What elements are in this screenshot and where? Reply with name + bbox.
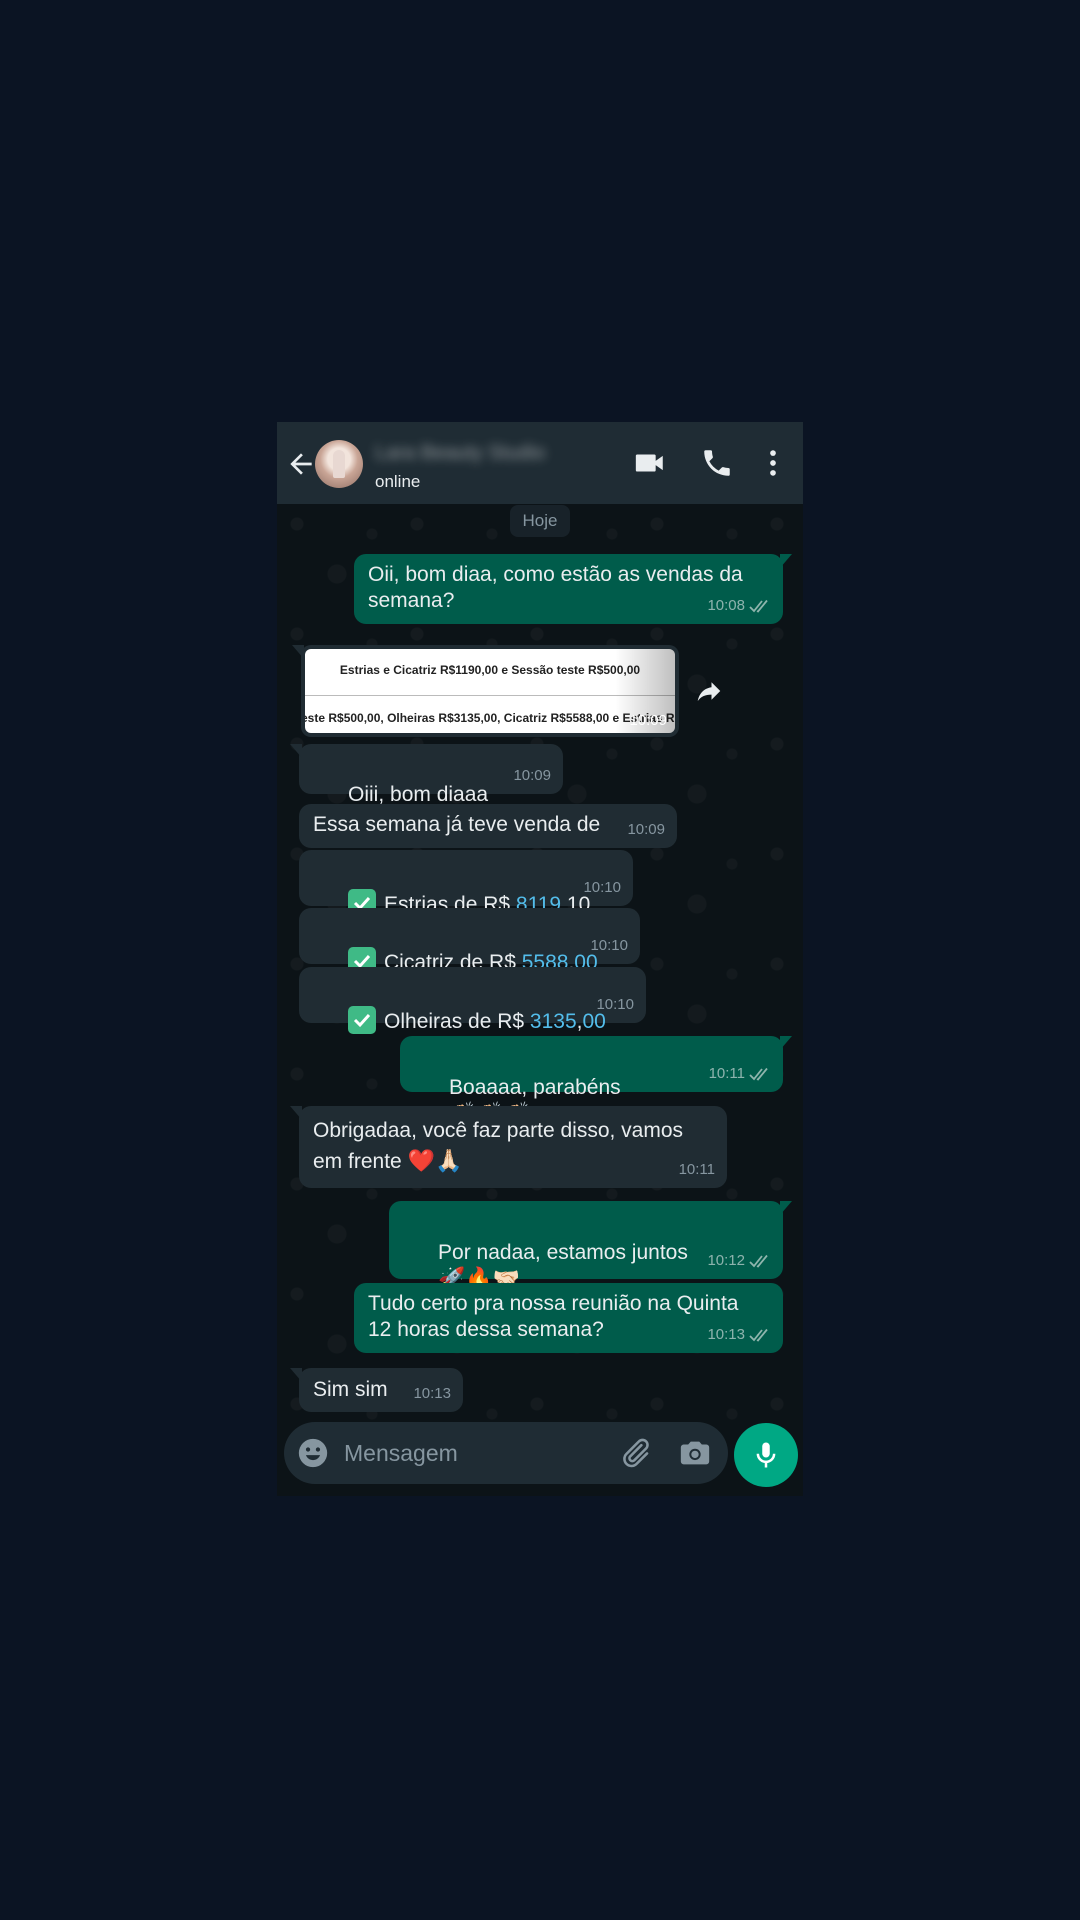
contact-status: online [375,472,421,491]
double-check-icon [749,1254,768,1268]
message-text: Tudo certo pra nossa reunião na Quinta 1… [368,1292,739,1341]
video-call-icon[interactable] [633,446,667,480]
message-time: 10:10 [583,879,621,896]
more-vert-icon[interactable] [756,446,790,480]
message-time: 10:10 [590,937,628,954]
message-text: Oiii, bom diaaa [348,783,489,806]
message-text: Oii, bom diaa, como estão as vendas da s… [368,563,743,612]
message-time: 10:09 [629,712,667,729]
message-meta: 10:08 [707,593,771,619]
message-meta: 10:10 [590,933,628,959]
message-time: 10:11 [708,1065,745,1082]
double-check-icon [749,1067,768,1081]
message-bubble-incoming[interactable]: Sim sim 10:13 [290,1368,463,1412]
message-text: Sim sim [313,1378,388,1401]
message-bubble-incoming[interactable]: Essa semana já teve venda de 10:09 [299,804,677,848]
phone-number-link[interactable]: 3135 [530,1010,577,1033]
message-bubble-outgoing[interactable]: Oii, bom diaa, como estão as vendas da s… [354,554,792,624]
message-meta: 10:10 [596,992,634,1018]
message-emoji: ❤️🙏🏻 [407,1148,463,1173]
message-meta: 10:09 [513,763,551,789]
phone-call-icon[interactable] [700,446,734,480]
microphone-button[interactable] [734,1423,798,1487]
message-input[interactable]: Mensagem [344,1440,458,1467]
message-content: Obrigadaa, você faz parte disso, vamos e… [313,1116,683,1177]
message-bubble-incoming[interactable]: Cicatriz de R$ 5588,00 10:10 [299,908,640,975]
message-meta: 10:09 [627,817,665,843]
message-meta: 10:13 [707,1322,771,1348]
message-text: Obrigadaa, você faz parte disso, vamos e… [313,1119,684,1173]
message-text: Essa semana já teve venda de [313,813,601,836]
message-meta: 10:11 [709,1061,771,1087]
message-meta: 10:12 [707,1248,771,1274]
smiley-icon[interactable] [296,1436,330,1470]
contact-name[interactable]: Lara Beauty Studio [375,442,601,466]
image-message[interactable]: Estrias e Cicatriz R$1190,00 e Sessão te… [292,645,679,737]
message-time: 10:12 [707,1252,745,1269]
chat-header: Lara Beauty Studio online [277,422,803,504]
message-meta: 10:10 [583,875,621,901]
paperclip-icon[interactable] [618,1436,652,1470]
message-time: 10:08 [707,597,745,614]
microphone-icon [756,1442,776,1468]
message-bubble-incoming[interactable]: Estrias de R$ 8119,10 10:10 [299,850,633,917]
message-meta: 10:13 [413,1381,451,1407]
message-meta: 10:11 [679,1157,715,1183]
message-bubble-outgoing[interactable]: Tudo certo pra nossa reunião na Quinta 1… [354,1283,783,1353]
message-time: 10:09 [513,767,551,784]
message-text: Boaaaa, parabéns [449,1076,621,1099]
image-preview[interactable]: Estrias e Cicatriz R$1190,00 e Sessão te… [305,649,675,733]
camera-icon[interactable] [678,1436,712,1470]
double-check-icon [749,599,768,613]
message-composer[interactable]: Mensagem [284,1422,728,1484]
message-bubble-outgoing[interactable]: Boaaaa, parabéns 👏🏻👏🏻👏🏻 10:11 [400,1036,792,1126]
message-time: 10:13 [707,1326,745,1343]
message-bubble-outgoing[interactable]: Por nadaa, estamos juntos 🚀🔥🤝🏻 10:12 [389,1201,792,1291]
message-bubble-incoming[interactable]: Obrigadaa, você faz parte disso, vamos e… [290,1106,727,1188]
check-mark-icon [348,1006,377,1034]
message-bubble-incoming[interactable]: Olheiras de R$ 3135,00 10:10 [299,967,646,1034]
date-chip: Hoje [510,505,570,537]
forward-button[interactable] [686,668,732,714]
message-time: 10:13 [413,1385,451,1402]
message-time: 10:09 [627,821,665,838]
message-text: Por nadaa, estamos juntos [438,1241,688,1264]
message-time: 10:11 [678,1161,715,1178]
forward-icon [697,682,721,701]
phone-screen: Lara Beauty Studio online Hoje Oii, bom … [277,422,803,1496]
message-time: 10:10 [596,996,634,1013]
message-bubble-incoming[interactable]: Oiii, bom diaaa 🤗 10:09 [290,744,563,833]
double-check-icon [749,1328,768,1342]
message-text: Olheiras de R$ [384,1010,530,1033]
avatar[interactable] [315,440,363,488]
back-arrow-icon[interactable] [285,448,317,480]
